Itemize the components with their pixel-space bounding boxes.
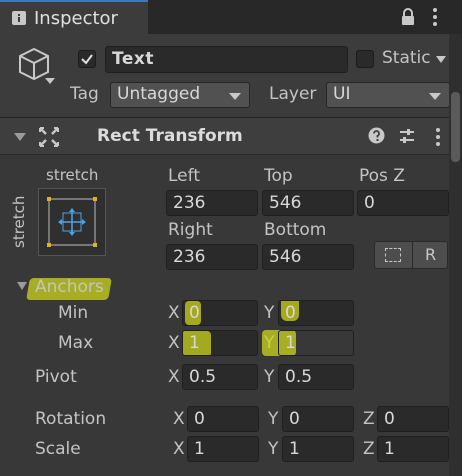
min-x-value: 0 bbox=[189, 303, 200, 323]
layer-value: UI bbox=[333, 84, 351, 104]
blueprint-raw-button-group: R bbox=[374, 241, 448, 269]
pivot-x-input[interactable]: 0.5 bbox=[182, 364, 258, 390]
static-dropdown-caret[interactable] bbox=[436, 56, 446, 63]
scale-z-input[interactable]: 1 bbox=[377, 436, 449, 462]
bottom-label: Bottom bbox=[264, 220, 327, 240]
min-x-input[interactable]: 0 bbox=[182, 300, 258, 326]
top-label: Top bbox=[264, 166, 293, 186]
anchor-preset-button[interactable] bbox=[38, 188, 106, 256]
anchors-label[interactable]: Anchors bbox=[35, 277, 104, 297]
help-icon[interactable] bbox=[368, 127, 385, 144]
object-name-input[interactable]: Text bbox=[105, 46, 348, 73]
max-x-axis-label: X bbox=[168, 333, 180, 353]
scale-label: Scale bbox=[35, 439, 81, 459]
pivot-y-input[interactable]: 0.5 bbox=[278, 364, 354, 390]
component-menu-icon[interactable] bbox=[436, 128, 440, 149]
blueprint-icon bbox=[385, 248, 401, 262]
tag-label: Tag bbox=[70, 84, 99, 104]
bottom-input[interactable]: 546 bbox=[262, 244, 354, 270]
max-x-input[interactable]: 1 bbox=[182, 330, 258, 356]
anchor-vertical-label: stretch bbox=[10, 195, 28, 248]
scale-y-axis-label: Y bbox=[268, 439, 279, 459]
rotation-y-axis-label: Y bbox=[268, 409, 279, 429]
min-y-axis-label: Y bbox=[264, 303, 275, 323]
scrollbar-thumb[interactable] bbox=[451, 92, 460, 162]
active-checkbox[interactable] bbox=[78, 50, 96, 68]
min-x-axis-label: X bbox=[168, 303, 180, 323]
min-y-input[interactable]: 0 bbox=[278, 300, 354, 326]
top-input[interactable]: 546 bbox=[262, 190, 354, 216]
posz-input[interactable]: 0 bbox=[357, 190, 449, 216]
fold-arrow-icon[interactable] bbox=[14, 133, 26, 141]
checkmark-icon bbox=[81, 54, 93, 65]
rotation-label: Rotation bbox=[35, 409, 107, 429]
chevron-down-icon bbox=[429, 93, 441, 100]
static-checkbox[interactable] bbox=[356, 50, 374, 68]
max-y-input[interactable]: 1 bbox=[278, 330, 354, 356]
max-y-value: 1 bbox=[285, 333, 296, 353]
chevron-down-icon bbox=[229, 93, 241, 100]
max-label: Max bbox=[58, 333, 94, 353]
min-y-value: 0 bbox=[285, 303, 296, 323]
layer-label: Layer bbox=[269, 84, 317, 104]
pivot-label: Pivot bbox=[35, 367, 77, 387]
rotation-z-input[interactable]: 0 bbox=[377, 406, 449, 432]
left-label: Left bbox=[168, 166, 200, 186]
raw-edit-button[interactable]: R bbox=[425, 245, 436, 264]
static-label: Static bbox=[382, 48, 431, 68]
scale-z-axis-label: Z bbox=[363, 439, 375, 459]
tab-menu-icon[interactable] bbox=[433, 8, 437, 29]
tag-value: Untagged bbox=[117, 84, 201, 104]
right-label: Right bbox=[168, 220, 213, 240]
min-label: Min bbox=[58, 303, 89, 323]
rotation-z-axis-label: Z bbox=[363, 409, 375, 429]
posz-label: Pos Z bbox=[359, 166, 405, 186]
info-icon bbox=[12, 11, 26, 25]
rotation-x-axis-label: X bbox=[173, 409, 185, 429]
preset-sliders-icon[interactable] bbox=[398, 127, 416, 145]
scale-x-input[interactable]: 1 bbox=[187, 436, 259, 462]
anchor-horizontal-label: stretch bbox=[46, 166, 99, 184]
right-input[interactable]: 236 bbox=[166, 244, 258, 270]
tag-dropdown[interactable]: Untagged bbox=[110, 82, 250, 108]
pivot-y-axis-label: Y bbox=[264, 367, 275, 387]
max-x-value: 1 bbox=[189, 333, 200, 353]
lock-icon[interactable] bbox=[400, 8, 416, 26]
rect-transform-icon bbox=[39, 127, 59, 147]
blueprint-mode-button[interactable] bbox=[375, 242, 413, 268]
left-input[interactable]: 236 bbox=[166, 190, 258, 216]
tab-title: Inspector bbox=[34, 8, 118, 29]
rotation-y-input[interactable]: 0 bbox=[282, 406, 354, 432]
scale-x-axis-label: X bbox=[173, 439, 185, 459]
layer-dropdown[interactable]: UI bbox=[326, 82, 450, 108]
icon-dropdown-caret[interactable] bbox=[45, 78, 55, 84]
scale-y-input[interactable]: 1 bbox=[282, 436, 354, 462]
component-title: Rect Transform bbox=[97, 126, 243, 146]
pivot-x-axis-label: X bbox=[168, 367, 180, 387]
anchors-fold-arrow-icon[interactable] bbox=[17, 282, 27, 290]
tab-inspector[interactable]: Inspector bbox=[0, 0, 148, 34]
anchor-preset-icon bbox=[47, 197, 97, 247]
rotation-x-input[interactable]: 0 bbox=[187, 406, 259, 432]
